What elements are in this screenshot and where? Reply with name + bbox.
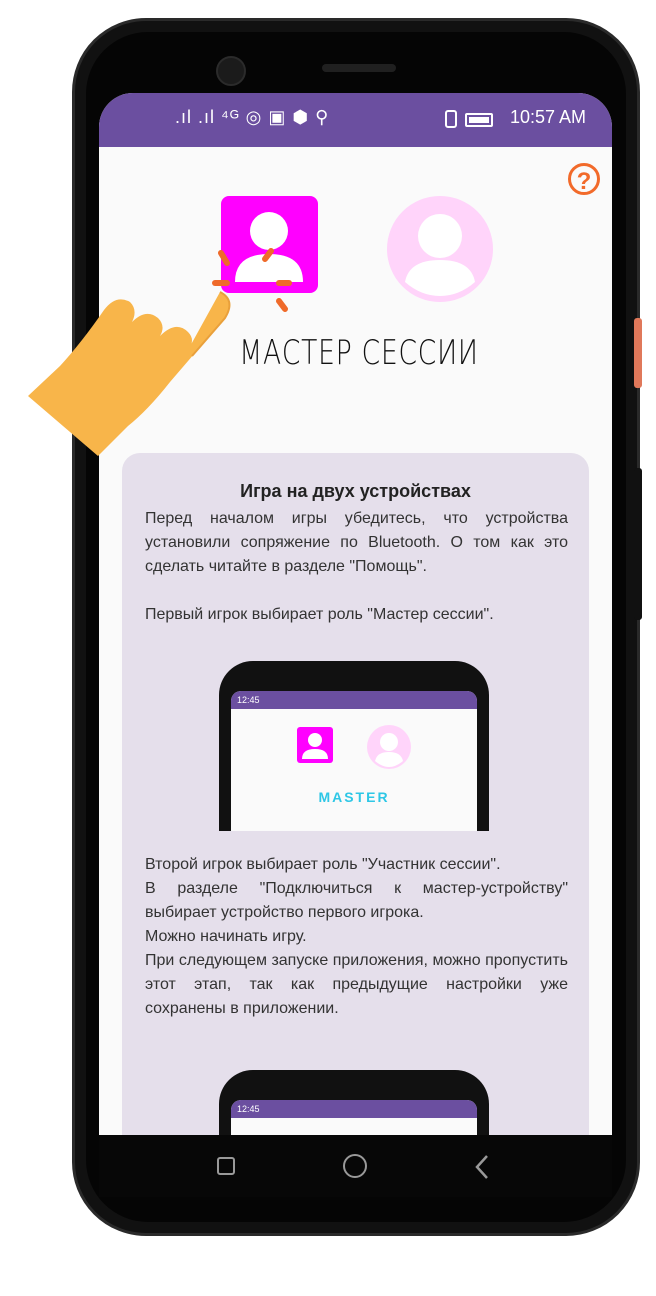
card-heading: Игра на двух устройствах <box>240 481 471 501</box>
mini-status-time: 12:45 <box>237 1104 260 1114</box>
recents-icon[interactable] <box>217 1157 235 1175</box>
vibrate-icon <box>445 110 457 128</box>
user-circle-icon <box>405 214 475 296</box>
participant-role-button[interactable] <box>387 196 493 302</box>
info-card: Игра на двух устройствах Перед началом и… <box>122 453 589 1135</box>
example-screenshot-2: 12:45 <box>219 1070 489 1135</box>
home-icon[interactable] <box>343 1154 367 1178</box>
card-paragraph: Первый игрок выбирает роль "Мастер сесси… <box>145 606 494 623</box>
card-paragraph: Перед началом игры убедитесь, что устрой… <box>145 510 568 575</box>
example-screenshot-master: 12:45 MASTER <box>219 661 489 831</box>
card-paragraph-step2: Второй игрок выбирает роль "Участник сес… <box>145 853 568 1021</box>
power-button <box>634 468 642 620</box>
card-line: При следующем запуске приложения, можно … <box>145 952 568 1017</box>
battery-icon <box>465 113 493 127</box>
card-line: Можно начинать игру. <box>145 928 307 945</box>
mini-master-icon <box>297 727 333 763</box>
card-line: В разделе "Подключиться к мастер-устройс… <box>145 880 568 921</box>
role-title: МАСТЕР СЕССИИ <box>239 333 479 373</box>
earpiece-speaker <box>322 64 396 72</box>
card-line: Второй игрок выбирает роль "Участник сес… <box>145 856 501 873</box>
status-bar: .ıl .ıl ⁴ᴳ ◎ ▣ ⬢ ⚲ 10:57 AM <box>99 93 612 147</box>
mini-master-label: MASTER <box>318 789 390 805</box>
volume-button <box>634 318 642 388</box>
mini-participant-icon <box>367 725 411 769</box>
status-time: 10:57 AM <box>509 107 586 127</box>
pointing-hand-icon <box>28 291 231 456</box>
front-camera-icon <box>216 56 246 86</box>
navigation-bar <box>99 1135 612 1197</box>
mini-status-time: 12:45 <box>237 695 260 705</box>
back-icon[interactable] <box>474 1154 490 1180</box>
status-icons-left: .ıl .ıl ⁴ᴳ ◎ ▣ ⬢ ⚲ <box>175 107 330 127</box>
app-screen: .ıl .ıl ⁴ᴳ ◎ ▣ ⬢ ⚲ 10:57 AM ? МАСТЕР СЕС… <box>99 93 612 1135</box>
help-button[interactable]: ? <box>568 163 600 195</box>
